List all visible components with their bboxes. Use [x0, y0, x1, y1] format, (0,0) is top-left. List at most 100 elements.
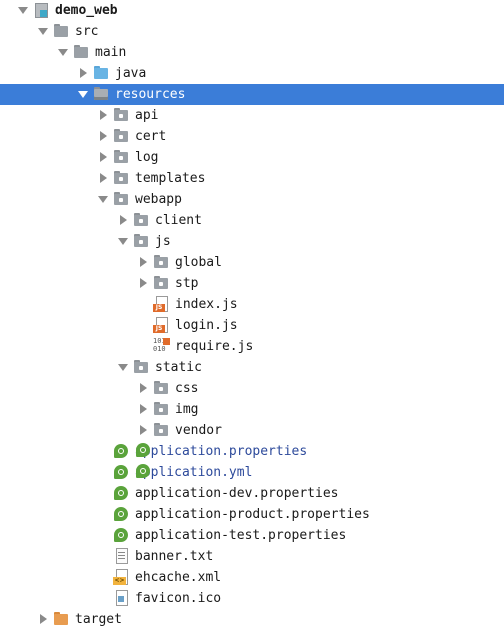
package-folder-icon [133, 233, 149, 249]
chevron-down-icon[interactable] [117, 231, 129, 252]
tree-node-label: application.properties [135, 443, 308, 459]
javascript-file-icon [153, 296, 169, 312]
tree-row-css[interactable]: css [0, 378, 504, 399]
folder-icon [53, 23, 69, 39]
tree-row-cert[interactable]: cert [0, 126, 504, 147]
package-folder-icon [153, 275, 169, 291]
tree-node-label: banner.txt [135, 549, 214, 564]
tree-node-label: stp [175, 276, 199, 291]
tree-row-java[interactable]: java [0, 63, 504, 84]
tree-node-label: favicon.ico [135, 591, 222, 606]
package-folder-icon [133, 359, 149, 375]
package-folder-icon [153, 380, 169, 396]
chevron-right-icon[interactable] [137, 399, 149, 420]
chevron-right-icon[interactable] [37, 609, 49, 630]
package-folder-icon [153, 401, 169, 417]
chevron-right-icon[interactable] [137, 273, 149, 294]
package-folder-icon [133, 212, 149, 228]
tree-node-label: src [75, 24, 99, 39]
tree-node-label: application-test.properties [135, 528, 347, 543]
tree-node-label: client [155, 213, 202, 228]
tree-node-label: img [175, 402, 199, 417]
chevron-right-icon[interactable] [97, 126, 109, 147]
tree-row-templates[interactable]: templates [0, 168, 504, 189]
text-file-icon [113, 548, 129, 564]
tree-row-resources[interactable]: resources [0, 84, 504, 105]
excluded-folder-icon [53, 611, 69, 627]
tree-node-label: require.js [175, 339, 254, 354]
tree-row-stp[interactable]: stp [0, 273, 504, 294]
tree-row-application-yml[interactable]: application.yml [0, 462, 504, 483]
tree-node-label: resources [115, 87, 186, 102]
spring-config-icon [113, 485, 129, 501]
tree-node-label: java [115, 66, 147, 81]
chevron-right-icon[interactable] [77, 63, 89, 84]
tree-row-js[interactable]: js [0, 231, 504, 252]
javascript-file-icon [153, 317, 169, 333]
tree-node-label: application.yml [135, 464, 253, 480]
chevron-right-icon[interactable] [97, 105, 109, 126]
tree-row-require-js[interactable]: require.js [0, 336, 504, 357]
tree-row-banner-txt[interactable]: banner.txt [0, 546, 504, 567]
tree-node-label: api [135, 108, 159, 123]
tree-row-target[interactable]: target [0, 609, 504, 630]
tree-row-static[interactable]: static [0, 357, 504, 378]
chevron-down-icon[interactable] [17, 0, 29, 21]
chevron-right-icon[interactable] [137, 378, 149, 399]
tree-row-log[interactable]: log [0, 147, 504, 168]
tree-node-label: login.js [175, 318, 238, 333]
tree-row-vendor[interactable]: vendor [0, 420, 504, 441]
tree-row-src[interactable]: src [0, 21, 504, 42]
tree-row-demo-web[interactable]: demo_web [0, 0, 504, 21]
chevron-down-icon[interactable] [37, 21, 49, 42]
tree-row-img[interactable]: img [0, 399, 504, 420]
tree-row-webapp[interactable]: webapp [0, 189, 504, 210]
package-folder-icon [113, 170, 129, 186]
package-folder-icon [113, 149, 129, 165]
chevron-right-icon[interactable] [137, 252, 149, 273]
package-folder-icon [113, 107, 129, 123]
package-folder-icon [113, 128, 129, 144]
project-tree[interactable]: demo_websrc main java resources api cert log te… [0, 0, 504, 627]
tree-row-index-js[interactable]: index.js [0, 294, 504, 315]
tree-node-label: application-dev.properties [135, 486, 339, 501]
xml-file-icon [113, 569, 129, 585]
tree-node-label: static [155, 360, 202, 375]
tree-node-label: global [175, 255, 222, 270]
spring-config-icon [113, 506, 129, 522]
tree-node-label: css [175, 381, 199, 396]
tree-node-label: demo_web [55, 3, 118, 18]
tree-row-ehcache-xml[interactable]: ehcache.xml [0, 567, 504, 588]
tree-row-application-dev-properties[interactable]: application-dev.properties [0, 483, 504, 504]
module-icon [33, 2, 49, 18]
chevron-down-icon[interactable] [57, 42, 69, 63]
tree-row-application-test-properties[interactable]: application-test.properties [0, 525, 504, 546]
resources-folder-icon [93, 86, 109, 102]
spring-config-icon [113, 464, 129, 480]
package-folder-icon [153, 254, 169, 270]
chevron-right-icon[interactable] [97, 168, 109, 189]
tree-row-application-product-properties[interactable]: application-product.properties [0, 504, 504, 525]
package-folder-icon [113, 191, 129, 207]
tree-node-label: webapp [135, 192, 182, 207]
chevron-right-icon[interactable] [137, 420, 149, 441]
tree-row-api[interactable]: api [0, 105, 504, 126]
tree-row-application-properties[interactable]: application.properties [0, 441, 504, 462]
chevron-down-icon[interactable] [77, 84, 89, 105]
chevron-down-icon[interactable] [97, 189, 109, 210]
tree-node-label: vendor [175, 423, 222, 438]
tree-row-global[interactable]: global [0, 252, 504, 273]
tree-row-favicon-ico[interactable]: favicon.ico [0, 588, 504, 609]
spring-config-icon [113, 527, 129, 543]
tree-node-label: ehcache.xml [135, 570, 222, 585]
tree-node-label: application-product.properties [135, 507, 370, 522]
tree-row-login-js[interactable]: login.js [0, 315, 504, 336]
tree-row-main[interactable]: main [0, 42, 504, 63]
tree-row-client[interactable]: client [0, 210, 504, 231]
chevron-down-icon[interactable] [117, 357, 129, 378]
chevron-right-icon[interactable] [97, 147, 109, 168]
image-file-icon [113, 590, 129, 606]
chevron-right-icon[interactable] [117, 210, 129, 231]
folder-icon [73, 44, 89, 60]
tree-node-label: index.js [175, 297, 238, 312]
